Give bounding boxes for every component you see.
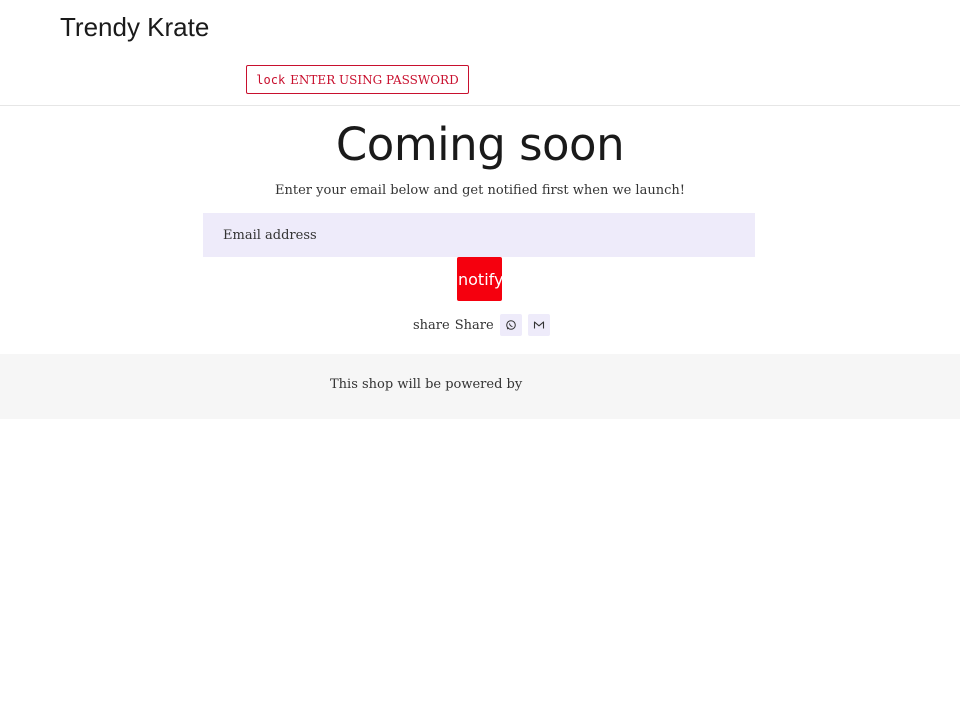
- password-button-label: ENTER USING PASSWORD: [290, 72, 459, 87]
- page-title: Coming soon: [335, 118, 625, 171]
- whatsapp-icon: [505, 320, 516, 330]
- store-name: Trendy Krate: [60, 12, 210, 42]
- powered-by-text: This shop will be powered by: [330, 377, 523, 392]
- email-icon: [533, 321, 544, 329]
- notify-me-button[interactable]: notify me: [457, 257, 502, 301]
- email-field[interactable]: [203, 213, 755, 257]
- header-divider: [0, 105, 960, 106]
- share-label: Share: [454, 317, 494, 333]
- share-row: share Share: [413, 314, 550, 336]
- share-whatsapp-button[interactable]: [499, 314, 522, 336]
- signup-subtitle: Enter your email below and get notified …: [275, 183, 685, 198]
- enter-using-password-button[interactable]: lock ENTER USING PASSWORD: [246, 65, 469, 94]
- share-email-button[interactable]: [527, 314, 550, 336]
- lock-icon: lock: [256, 72, 286, 87]
- footer: This shop will be powered by: [0, 354, 960, 419]
- share-icon: share: [413, 317, 450, 333]
